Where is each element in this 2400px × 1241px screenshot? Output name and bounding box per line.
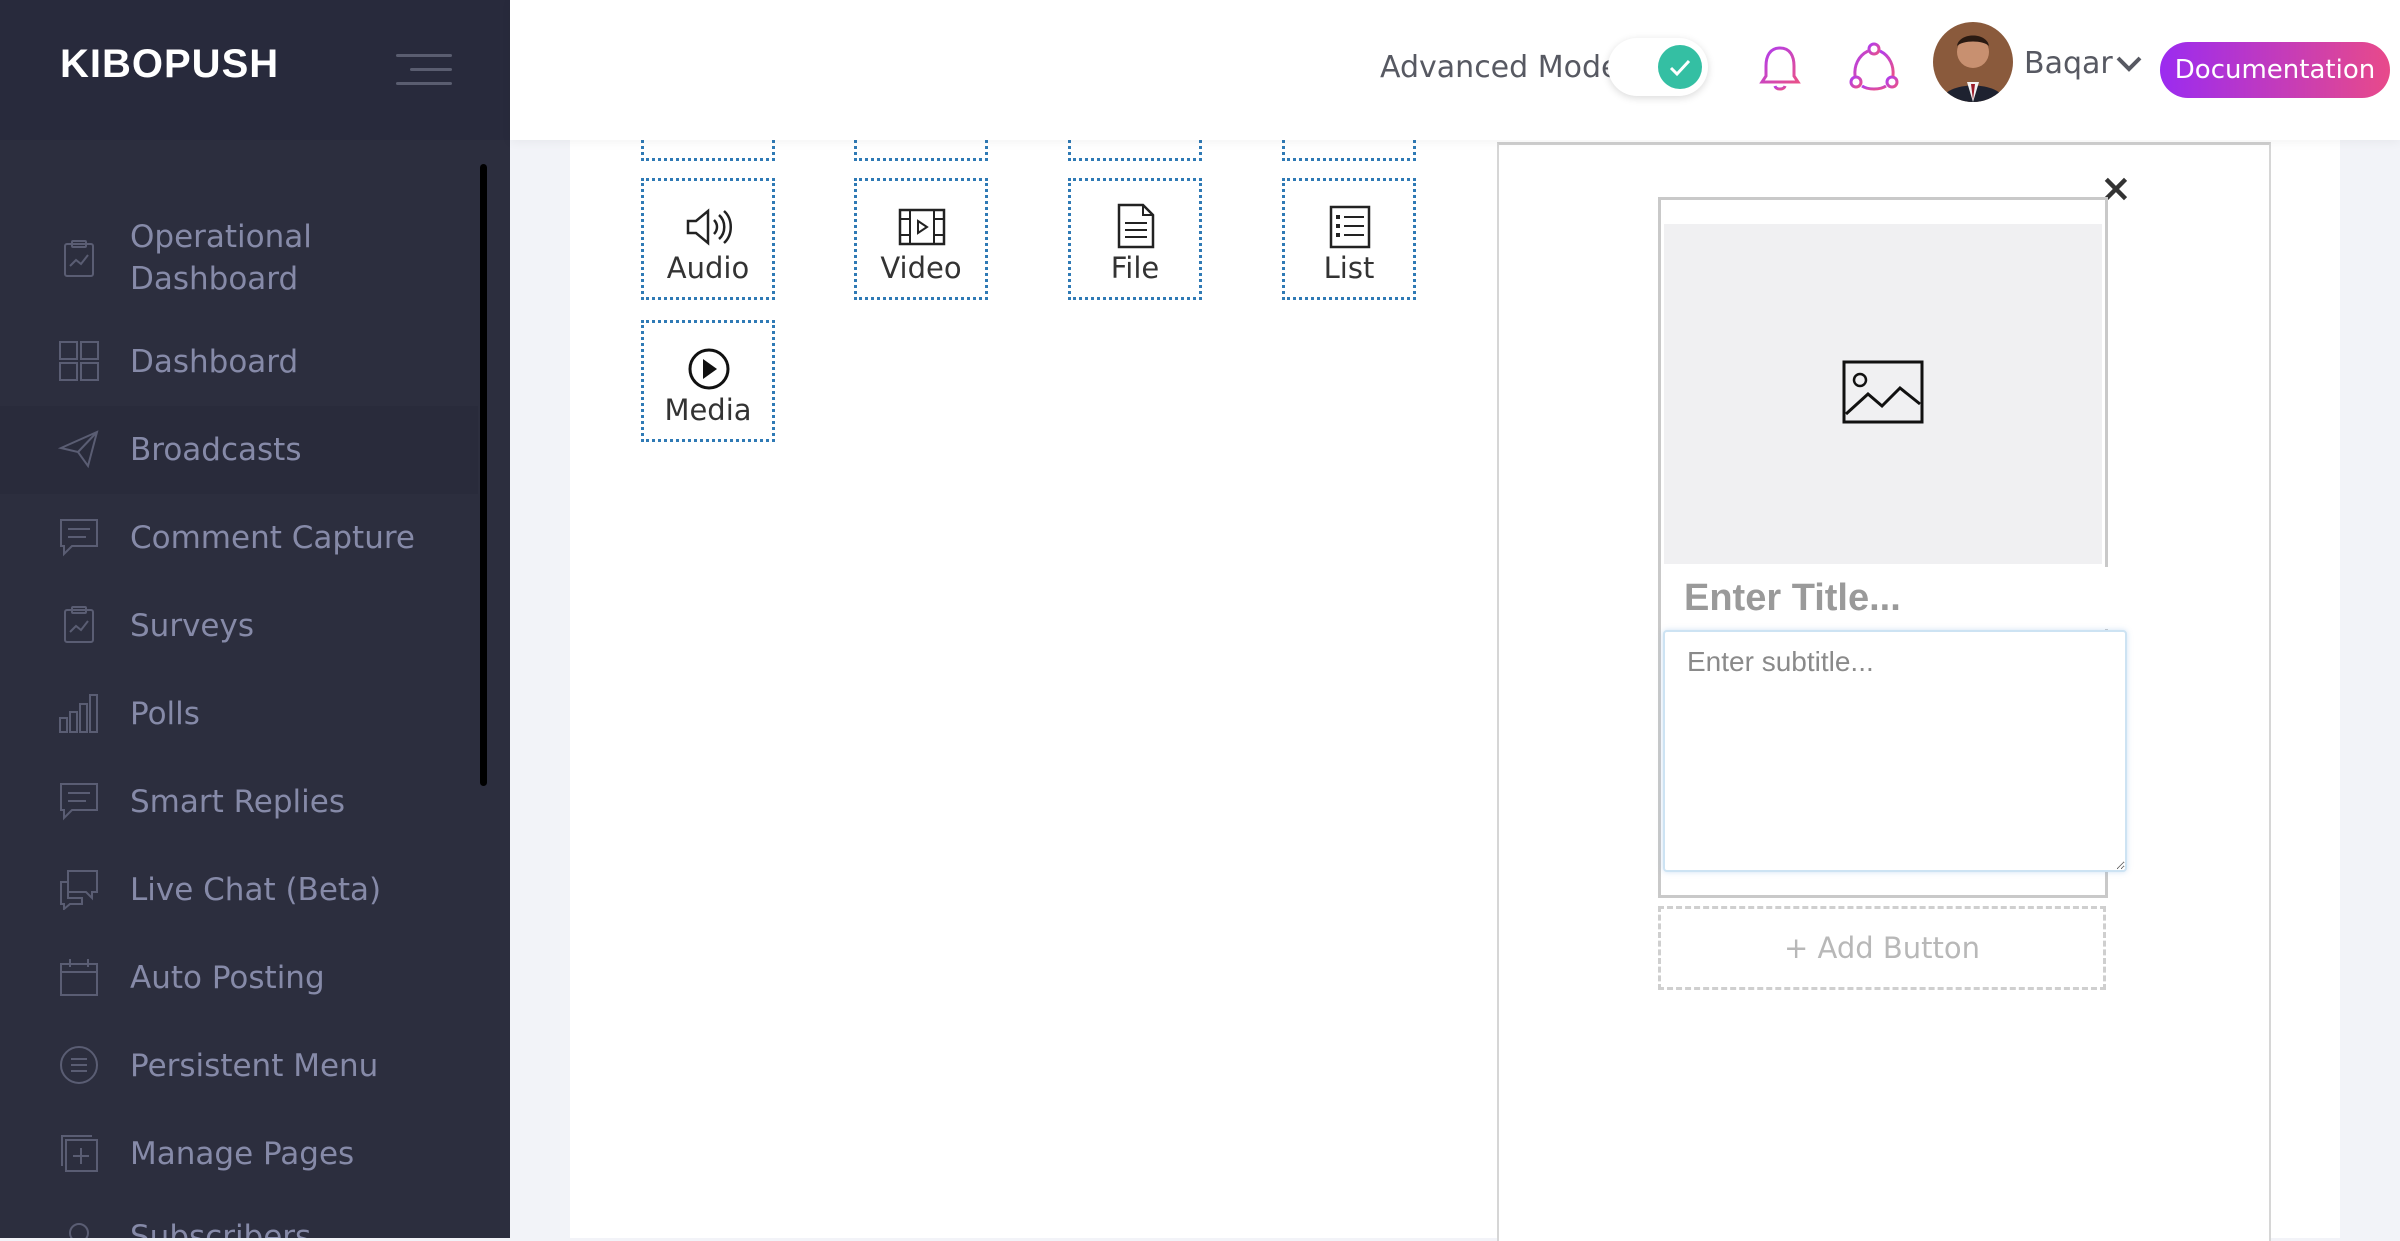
add-page-icon [61, 1135, 98, 1172]
sidebar-item-polls[interactable]: Polls [0, 670, 478, 758]
component-cut[interactable] [1282, 140, 1416, 161]
chat-bubbles-icon [60, 870, 98, 910]
component-media[interactable]: Media [641, 320, 775, 442]
sidebar-item-surveys[interactable]: Surveys [0, 582, 478, 670]
menu-circle-icon [60, 1046, 98, 1084]
list-icon [1329, 205, 1371, 249]
check-icon [1669, 59, 1691, 77]
sidebar-item-dashboard[interactable]: Dashboard [0, 318, 478, 406]
component-list[interactable]: List [1282, 178, 1416, 300]
sidebar-item-auto-posting[interactable]: Auto Posting [0, 934, 478, 1022]
card-title-input[interactable] [1664, 567, 2116, 629]
toggle-knob [1658, 45, 1702, 89]
sidebar-item-subscribers[interactable]: Subscribers [0, 1198, 478, 1238]
sidebar-item-label: Persistent Menu [130, 1048, 379, 1084]
calendar-icon [60, 959, 98, 996]
sidebar-item-label: Dashboard [130, 344, 299, 380]
sidebar-item-label: Broadcasts [130, 432, 302, 468]
bell-icon[interactable] [1754, 42, 1806, 94]
sidebar-item-label-line: Dashboard [130, 261, 299, 297]
sidebar: KIBOPUSH Operational Dashboard Dashboard [0, 0, 510, 1238]
file-icon [1117, 203, 1155, 249]
advanced-mode-toggle[interactable] [1608, 38, 1708, 96]
sidebar-item-label: Manage Pages [130, 1136, 355, 1172]
sidebar-scrollbar[interactable] [480, 164, 487, 786]
avatar[interactable] [1933, 22, 2013, 102]
paper-plane-icon [58, 430, 99, 469]
film-icon [898, 208, 946, 246]
component-label: File [1110, 251, 1160, 285]
sidebar-item-label: Surveys [130, 608, 254, 644]
component-label: Media [664, 393, 752, 427]
component-label: Video [880, 251, 962, 285]
bar-chart-icon [59, 694, 98, 733]
component-cut[interactable] [854, 140, 988, 161]
image-upload-area[interactable] [1664, 224, 2102, 564]
sidebar-item-label: Operational Dashboard [130, 216, 312, 300]
component-audio[interactable]: Audio [641, 178, 775, 300]
top-header: Advanced Mode Baqar Documentation [510, 0, 2400, 140]
user-icon [69, 1223, 89, 1238]
sidebar-item-persistent-menu[interactable]: Persistent Menu [0, 1022, 478, 1110]
play-circle-icon [688, 348, 730, 390]
brand-bar: KIBOPUSH [0, 0, 510, 140]
image-icon [1842, 360, 1924, 424]
add-button[interactable]: + Add Button [1658, 906, 2106, 990]
card-editor [1658, 197, 2127, 898]
comment-icon [60, 783, 98, 821]
component-file[interactable]: File [1068, 178, 1202, 300]
sidebar-item-manage-pages[interactable]: Manage Pages [0, 1110, 478, 1198]
network-icon[interactable] [1848, 42, 1900, 94]
advanced-mode-label: Advanced Mode [1380, 50, 1620, 85]
component-cut[interactable] [641, 140, 775, 161]
sidebar-item-smart-replies[interactable]: Smart Replies [0, 758, 478, 846]
chevron-down-icon[interactable] [2114, 52, 2144, 76]
component-video[interactable]: Video [854, 178, 988, 300]
sidebar-item-label: Auto Posting [130, 960, 325, 996]
user-photo-icon [1933, 22, 2013, 102]
sidebar-item-operational-dashboard[interactable]: Operational Dashboard [0, 214, 478, 306]
comment-icon [60, 519, 98, 557]
component-label: Audio [666, 251, 750, 285]
sidebar-item-comment-capture[interactable]: Comment Capture [0, 494, 478, 582]
grid-icon [59, 341, 99, 381]
card-subtitle-input[interactable] [1663, 630, 2127, 872]
sidebar-item-label: Smart Replies [130, 784, 345, 820]
sidebar-item-live-chat[interactable]: Live Chat (Beta) [0, 846, 478, 934]
sidebar-item-broadcasts[interactable]: Broadcasts [0, 406, 478, 494]
brand-logo: KIBOPUSH [60, 42, 280, 86]
component-cut[interactable] [1068, 140, 1202, 161]
sidebar-item-label: Polls [130, 696, 200, 732]
sidebar-item-label: Comment Capture [130, 520, 415, 556]
clipboard-chart-icon [64, 240, 94, 277]
sidebar-item-label-line: Operational [130, 219, 312, 255]
component-label: List [1323, 251, 1375, 285]
sidebar-item-label: Subscribers [130, 1219, 312, 1238]
speaker-icon [686, 208, 732, 246]
clipboard-chart-icon [64, 606, 94, 643]
username-label[interactable]: Baqar [2024, 46, 2113, 81]
sidebar-item-label: Live Chat (Beta) [130, 872, 382, 908]
hamburger-menu-icon[interactable] [396, 50, 452, 90]
documentation-button[interactable]: Documentation [2160, 42, 2390, 98]
